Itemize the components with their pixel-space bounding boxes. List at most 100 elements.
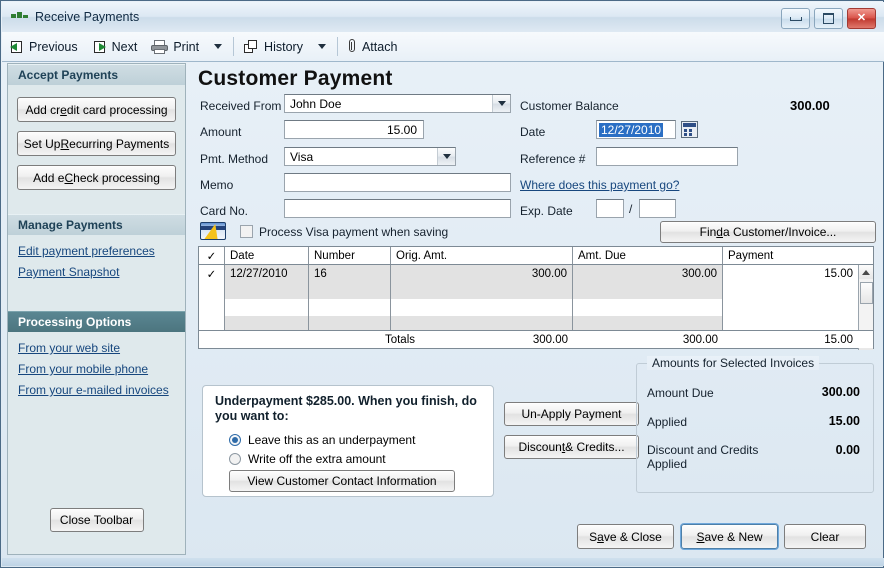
btn-accel: e [60,102,67,117]
sidebar-link-edit-payment-preferences[interactable]: Edit payment preferences [18,244,185,258]
toolbar: Previous Next Print History Attach [2,32,884,62]
main-panel: Customer Payment Received From John Doe … [192,63,879,555]
history-dropdown-button[interactable] [310,36,334,58]
previous-button[interactable]: Previous [2,36,85,58]
chevron-down-icon[interactable] [492,95,510,112]
row-orig-amt: 300.00 [391,265,573,282]
table-header-row: ✓ Date Number Orig. Amt. Amt. Due Paymen… [199,247,873,265]
restore-button[interactable] [814,8,843,29]
print-button[interactable]: Print [144,36,206,58]
received-from-combobox[interactable]: John Doe [284,94,511,113]
radio-leave-underpayment[interactable]: Leave this as an underpayment [229,433,415,447]
exp-year-input[interactable] [639,199,676,218]
btn-pre: Set Up [23,136,61,151]
save-and-close-button[interactable]: Sa ve & Close [577,524,674,549]
find-customer-invoice-button[interactable]: Fin d a Customer/Invoice... [660,221,876,243]
chevron-down-icon[interactable] [437,148,455,165]
exp-month-input[interactable] [596,199,624,218]
processing-options-links: From your web site From your mobile phon… [8,332,185,407]
totals-label: Totals [384,333,416,346]
card-no-label: Card No. [200,204,249,218]
scrollbar-thumb[interactable] [860,282,873,304]
sidebar-link-from-your-mobile-phone[interactable]: From your mobile phone [18,362,185,376]
discount-and-credits-button[interactable]: Discoun t & Credits... [504,435,639,459]
row-payment[interactable]: 15.00 [723,265,858,282]
underpayment-panel: Underpayment $285.00. When you finish, d… [202,385,494,497]
column-header-date: Date [225,247,309,264]
row-number: 16 [309,265,391,282]
window-controls: ✕ [781,8,876,29]
sidebar-link-from-your-emailed-invoices[interactable]: From your e-mailed invoices [18,383,185,397]
discount-credits-applied-label: Discount and Credits Applied [647,443,759,471]
sidebar-section-processing-options: Processing Options [8,311,185,332]
exp-date-label: Exp. Date [520,204,573,218]
attach-label: Attach [361,39,398,54]
sidebar-section-accept-payments: Accept Payments [8,64,185,85]
next-button[interactable]: Next [85,36,145,58]
card-no-input[interactable] [284,199,511,218]
sidebar-link-payment-snapshot[interactable]: Payment Snapshot [18,265,185,279]
un-apply-payment-button[interactable]: Un-Apply Payment [504,402,639,426]
column-header-payment: Payment [728,249,774,262]
column-header-check: ✓ [199,247,225,264]
column-header-amt-due: Amt. Due [573,247,723,264]
accept-payments-buttons: Add cr e dit card processing Set Up Recurr… [8,85,185,194]
row-amt-due: 300.00 [573,265,723,282]
date-value: 12/27/2010 [599,122,664,137]
close-toolbar-container: Close Toolbar [8,508,185,532]
pmt-method-combobox[interactable]: Visa [284,147,456,166]
date-input[interactable]: 12/27/2010 [596,120,676,139]
totals-due: 300.00 [682,333,718,346]
clear-button[interactable]: Clear [784,524,866,549]
btn-post: ecurring Payments [69,136,170,151]
triangle-up-icon [862,269,870,275]
minimize-button[interactable] [781,8,810,29]
add-credit-card-processing-button[interactable]: Add cr e dit card processing [17,97,176,122]
payments-sidebar: Accept Payments Add cr e dit card processi… [7,63,186,555]
add-echeck-processing-button[interactable]: Add e Check processing [17,165,176,190]
history-pages-icon [244,39,259,54]
applied-label: Applied [647,415,688,429]
close-icon: ✕ [856,12,867,24]
amount-input[interactable]: 15.00 [284,120,424,139]
table-empty-row [199,299,873,316]
radio-selected-icon [229,434,241,446]
btn-pre: Fin [699,225,717,239]
memo-input[interactable] [284,173,511,192]
radio-write-off[interactable]: Write off the extra amount [229,452,386,466]
scroll-up-button[interactable] [859,265,873,279]
close-toolbar-button[interactable]: Close Toolbar [49,508,144,532]
printer-icon [151,39,169,54]
table-row[interactable]: ✓ 12/27/2010 16 300.00 300.00 15.00 [199,265,873,282]
process-payment-label: Process Visa payment when saving [259,225,449,239]
previous-label: Previous [29,39,78,54]
pmt-method-label: Pmt. Method [200,152,269,166]
close-button[interactable]: ✕ [847,8,876,29]
history-button[interactable]: History [237,36,310,58]
restore-icon [823,13,834,24]
where-does-payment-go-link[interactable]: Where does this payment go? [520,178,679,192]
receive-payments-window: Receive Payments ✕ Previous Next Print H… [0,0,884,568]
btn-accel: R [60,136,70,151]
set-up-recurring-payments-button[interactable]: Set Up Recurring Payments [17,131,176,156]
chevron-down-icon [214,44,223,49]
view-customer-contact-information-button[interactable]: View Customer Contact Information [229,470,455,492]
reference-input[interactable] [596,147,738,166]
minimize-icon [789,16,802,21]
process-payment-checkbox[interactable] [240,225,253,238]
amount-due-label: Amount Due [647,386,714,400]
calendar-icon[interactable] [681,121,698,138]
print-dropdown-button[interactable] [206,36,230,58]
btn-pre: Add cr [25,102,61,117]
save-and-new-button[interactable]: Save & New [681,524,778,549]
status-bar [2,558,884,566]
attach-button[interactable]: Attach [341,36,404,58]
toolbar-divider [233,37,235,56]
btn-post: ve & Close [603,529,662,544]
sidebar-link-from-your-web-site[interactable]: From your web site [18,341,185,355]
radio-leave-label: Leave this as an underpayment [248,433,416,447]
customer-balance-label: Customer Balance [520,99,619,113]
btn-post: & Credits... [565,440,625,454]
row-checkmark[interactable]: ✓ [199,265,225,282]
amount-label: Amount [200,125,242,139]
